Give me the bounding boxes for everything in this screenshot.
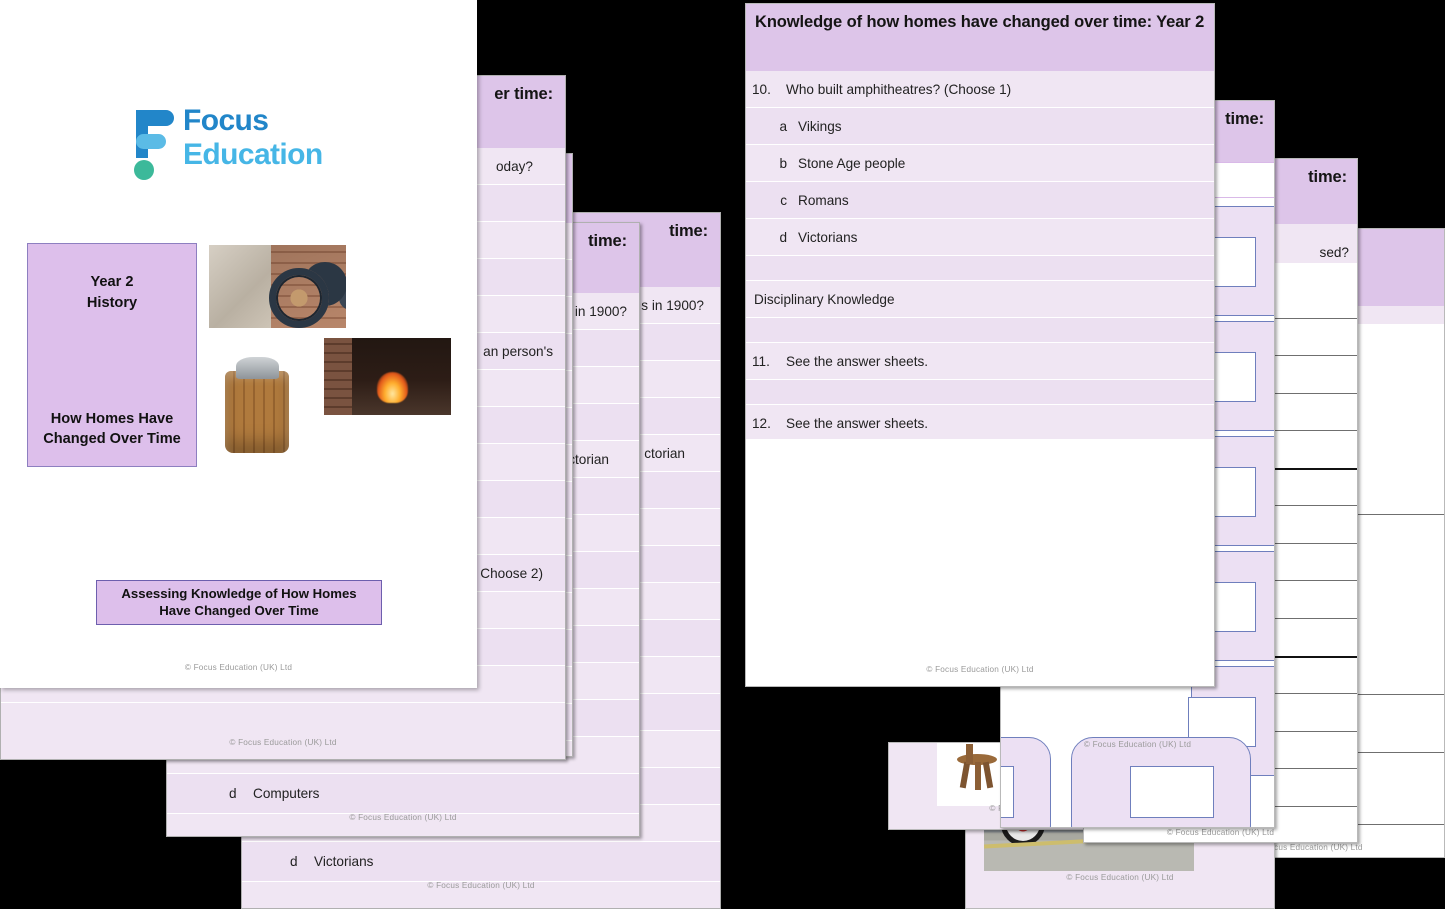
section-heading-row: Disciplinary Knowledge — [746, 281, 1214, 318]
question-text: See the answer sheets. — [786, 354, 928, 369]
page-footer: © Focus Education (UK) Ltd — [966, 873, 1274, 882]
cover-year: Year 2 — [28, 272, 196, 293]
page-footer: © Focus Education (UK) Ltd — [1001, 740, 1274, 749]
butter-churn-photo — [209, 338, 312, 463]
cover-title-box: Year 2 History How Homes Have Changed Ov… — [27, 243, 197, 467]
page-footer: © Focus Education (UK) Ltd — [167, 813, 639, 822]
page-header-text: time: — [588, 231, 627, 252]
spacer-row — [746, 256, 1214, 281]
question-fragment: s in 1900? — [641, 298, 704, 313]
question-number: 11. — [752, 354, 786, 369]
inner-answer-field[interactable] — [1000, 766, 1014, 818]
assessment-line-2: Have Changed Over Time — [121, 603, 356, 620]
option-letter: d — [229, 786, 253, 801]
answer-option-c[interactable]: c Romans — [746, 182, 1214, 219]
spacer-row — [746, 380, 1214, 405]
page-footer: © Focus Education (UK) Ltd — [0, 663, 477, 672]
option-fragment: ctorian — [568, 452, 609, 467]
question-list: 10. Who built amphitheatres? (Choose 1) … — [746, 71, 1214, 439]
option-fragment: ctorian — [644, 446, 685, 461]
main-quiz-page[interactable]: Knowledge of how homes have changed over… — [745, 3, 1215, 687]
page-title: Knowledge of how homes have changed over… — [746, 4, 1214, 71]
cover-year-subject: Year 2 History — [28, 272, 196, 313]
answer-option-d[interactable]: d Victorians — [746, 219, 1214, 256]
option-text: Victorians — [314, 854, 373, 869]
page-header-text: er time: — [494, 84, 553, 105]
question-fragment: s in 1900? — [564, 304, 627, 319]
question-number: 12. — [752, 416, 786, 431]
question-number: 10. — [752, 82, 786, 97]
answer-option-a[interactable]: a Vikings — [746, 108, 1214, 145]
answer-option-d[interactable]: d Computers — [167, 774, 639, 814]
page-footer: © Focus Education (UK) Ltd — [242, 881, 720, 890]
option-text: Victorians — [798, 230, 857, 245]
option-letter: a — [752, 119, 798, 134]
option-text: Stone Age people — [798, 156, 905, 171]
option-letter: d — [290, 854, 314, 869]
question-fragment: sed? — [1320, 245, 1349, 260]
page-footer: © Focus Education (UK) Ltd — [746, 665, 1214, 674]
option-text: Computers — [253, 786, 319, 801]
option-letter: c — [752, 193, 798, 208]
question-fragment: oday? — [496, 159, 533, 174]
question-row[interactable]: 12. See the answer sheets. — [746, 405, 1214, 442]
cover-page[interactable]: Focus Education Year 2 History How Homes… — [0, 0, 477, 688]
option-letter: d — [752, 230, 798, 245]
option-fragment: Choose 2) — [480, 566, 543, 581]
page-header-text: time: — [1308, 167, 1347, 188]
question-row[interactable]: 11. See the answer sheets. — [746, 343, 1214, 380]
question-row[interactable]: 10. Who built amphitheatres? (Choose 1) — [746, 71, 1214, 108]
open-fireplace-photo — [324, 338, 451, 415]
assessment-line-1: Assessing Knowledge of How Homes — [121, 586, 356, 603]
logo-wordmark: Focus Education — [183, 104, 323, 171]
page-footer: © Focus Education (UK) Ltd — [1084, 828, 1357, 837]
cover-topic: How Homes Have Changed Over Time — [28, 410, 196, 450]
cover-assessment-box: Assessing Knowledge of How Homes Have Ch… — [96, 580, 382, 625]
page-header-text: time: — [669, 221, 708, 242]
page-header-text: time: — [1225, 109, 1264, 130]
focus-f-logo-icon — [133, 108, 177, 184]
victorian-mangle-photo — [209, 245, 346, 328]
rounded-answer-box-7[interactable] — [1071, 737, 1251, 828]
option-letter: b — [752, 156, 798, 171]
rounded-answer-box-6[interactable] — [1000, 737, 1051, 828]
cover-subject: History — [28, 293, 196, 314]
inner-answer-field[interactable] — [1130, 766, 1214, 818]
spacer-row — [746, 318, 1214, 343]
cover-topic-line-1: How Homes Have — [28, 410, 196, 430]
logo-line-2: Education — [183, 138, 323, 172]
answer-option-b[interactable]: b Stone Age people — [746, 145, 1214, 182]
question-text: See the answer sheets. — [786, 416, 928, 431]
page-footer: © Focus Education (UK) Ltd — [1, 738, 565, 747]
option-text: Vikings — [798, 119, 842, 134]
question-text: Who built amphitheatres? (Choose 1) — [786, 82, 1011, 97]
logo-line-1: Focus — [183, 104, 323, 138]
focus-education-logo: Focus Education — [133, 104, 348, 190]
answer-option-d[interactable]: d Victorians — [242, 842, 720, 882]
section-heading: Disciplinary Knowledge — [752, 292, 895, 307]
option-text: Romans — [798, 193, 849, 208]
option-fragment: an person's — [483, 344, 553, 359]
cover-topic-line-2: Changed Over Time — [28, 430, 196, 450]
